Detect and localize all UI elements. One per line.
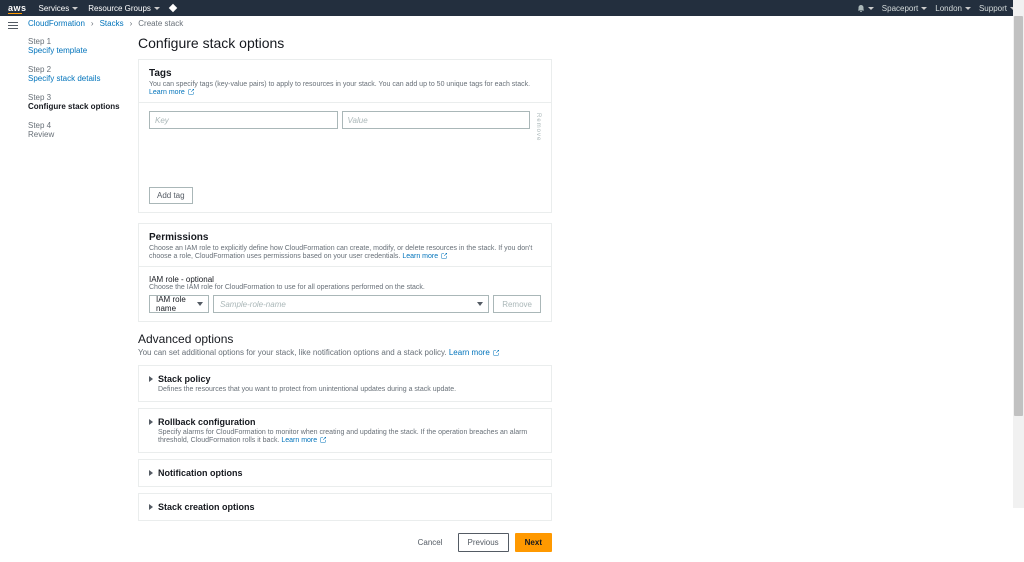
- external-link-icon: [187, 89, 195, 96]
- aws-logo[interactable]: aws: [8, 3, 27, 14]
- caret-right-icon: [149, 376, 153, 382]
- previous-button[interactable]: Previous: [458, 533, 509, 552]
- wizard-footer: Cancel Previous Next: [138, 527, 552, 562]
- chevron-down-icon: [197, 302, 203, 306]
- account-menu[interactable]: Spaceport: [882, 4, 927, 13]
- chevron-down-icon: [868, 7, 874, 10]
- iam-remove-button[interactable]: Remove: [493, 295, 541, 313]
- tags-learn-more-link[interactable]: Learn more: [149, 89, 185, 96]
- chevron-down-icon: [477, 302, 483, 306]
- iam-role-label: IAM role - optional: [149, 275, 541, 284]
- tags-panel: Tags You can specify tags (key-value pai…: [138, 59, 552, 213]
- permissions-heading: Permissions: [149, 232, 541, 243]
- advanced-learn-more-link[interactable]: Learn more: [449, 348, 490, 357]
- logo-text: aws: [8, 3, 27, 13]
- iam-role-name-select[interactable]: Sample-role-name: [213, 295, 489, 313]
- wizard-step-template[interactable]: Specify template: [28, 46, 138, 55]
- scrollbar-thumb[interactable]: [1014, 16, 1023, 416]
- caret-right-icon: [149, 419, 153, 425]
- wizard-step-details[interactable]: Specify stack details: [28, 74, 138, 83]
- creation-options-expander[interactable]: Stack creation options: [138, 493, 552, 521]
- side-panel-toggle[interactable]: [8, 22, 18, 30]
- chevron-down-icon: [965, 7, 971, 10]
- resource-groups-menu[interactable]: Resource Groups: [88, 4, 160, 13]
- tag-remove-column: Remove: [534, 111, 541, 141]
- global-nav: aws Services Resource Groups Spaceport L…: [0, 0, 1024, 16]
- rollback-learn-more-link[interactable]: Learn more: [281, 437, 317, 444]
- external-link-icon: [440, 253, 448, 260]
- iam-role-desc: Choose the IAM role for CloudFormation t…: [149, 284, 541, 291]
- stack-policy-expander[interactable]: Stack policy Defines the resources that …: [138, 365, 552, 402]
- tags-heading: Tags: [149, 68, 541, 79]
- advanced-heading: Advanced options: [138, 332, 552, 346]
- wizard-step-options[interactable]: Configure stack options: [28, 102, 138, 111]
- support-menu[interactable]: Support: [979, 4, 1016, 13]
- pin-shortcut[interactable]: [170, 5, 176, 11]
- region-menu[interactable]: London: [935, 4, 971, 13]
- iam-role-type-select[interactable]: IAM role name: [149, 295, 209, 313]
- pin-icon: [169, 4, 177, 12]
- wizard-step-review: Review: [28, 130, 138, 139]
- chevron-down-icon: [921, 7, 927, 10]
- add-tag-button[interactable]: Add tag: [149, 187, 193, 204]
- external-link-icon: [492, 348, 500, 357]
- breadcrumb-cloudformation[interactable]: CloudFormation: [28, 19, 85, 28]
- notification-expander[interactable]: Notification options: [138, 459, 552, 487]
- chevron-down-icon: [154, 7, 160, 10]
- permissions-panel: Permissions Choose an IAM role to explic…: [138, 223, 552, 322]
- cancel-button[interactable]: Cancel: [409, 533, 452, 552]
- caret-right-icon: [149, 470, 153, 476]
- notifications-icon[interactable]: [857, 4, 874, 12]
- rollback-expander[interactable]: Rollback configuration Specify alarms fo…: [138, 408, 552, 453]
- caret-right-icon: [149, 504, 153, 510]
- vertical-scrollbar[interactable]: [1013, 0, 1024, 508]
- wizard-nav: Step 1Specify template Step 2Specify sta…: [28, 31, 138, 562]
- breadcrumb: CloudFormation› Stacks› Create stack: [0, 16, 1024, 31]
- permissions-learn-more-link[interactable]: Learn more: [402, 253, 438, 260]
- tag-key-input[interactable]: [149, 111, 338, 129]
- services-menu[interactable]: Services: [39, 4, 79, 13]
- breadcrumb-stacks[interactable]: Stacks: [100, 19, 124, 28]
- next-button[interactable]: Next: [515, 533, 552, 552]
- page-title: Configure stack options: [138, 35, 552, 51]
- tag-value-input[interactable]: [342, 111, 531, 129]
- external-link-icon: [319, 437, 327, 444]
- chevron-down-icon: [72, 7, 78, 10]
- breadcrumb-current: Create stack: [138, 19, 183, 28]
